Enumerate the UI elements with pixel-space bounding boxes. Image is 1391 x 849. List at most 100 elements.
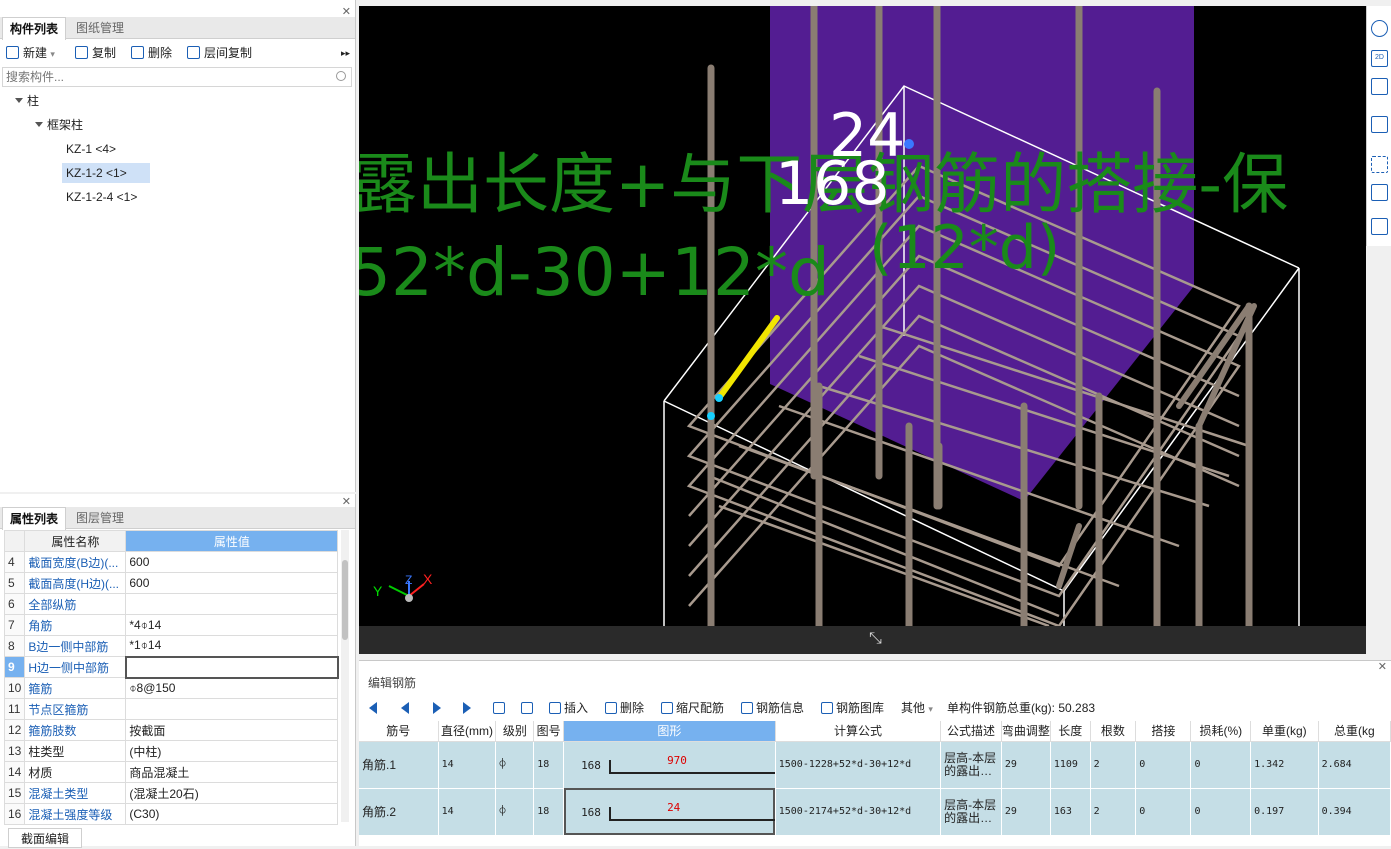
rebar-name[interactable]: 角筋.1: [359, 741, 439, 789]
rebar-length[interactable]: 163: [1050, 788, 1091, 836]
rebar-bend-adjust[interactable]: 29: [1001, 788, 1051, 836]
rebar-diameter[interactable]: 14: [438, 741, 497, 789]
property-row[interactable]: 13 柱类型 (中柱): [3, 740, 339, 762]
property-value[interactable]: (混凝土20石): [125, 782, 339, 804]
property-row[interactable]: 4 截面宽度(B边)(... 600: [3, 551, 339, 573]
orbit-icon[interactable]: [1371, 20, 1388, 37]
rebar-name[interactable]: 角筋.2: [359, 788, 439, 836]
delete-button[interactable]: 删除: [131, 44, 172, 62]
rebar-count[interactable]: 2: [1090, 741, 1137, 789]
first-record-icon[interactable]: [369, 702, 377, 714]
rebar-loss[interactable]: 0: [1190, 788, 1252, 836]
rebar-bend-adjust[interactable]: 29: [1001, 741, 1051, 789]
property-value[interactable]: (中柱): [125, 740, 339, 762]
rebar-figure-number[interactable]: 18: [533, 788, 565, 836]
property-value[interactable]: (C30): [125, 803, 339, 825]
rebar-library-button[interactable]: 钢筋图库: [821, 699, 884, 717]
tab-layer-management[interactable]: 图层管理: [69, 507, 131, 529]
rebar-total-weight[interactable]: 0.394: [1318, 788, 1391, 836]
property-value[interactable]: *4⌽14: [125, 614, 339, 636]
rebar-row[interactable]: 角筋.1 14 ⌽ 18 168 970 1500-1228+52*d-30+12*d 层高-…: [359, 741, 1391, 789]
rebar-unit-weight[interactable]: 0.197: [1250, 788, 1319, 836]
tree-item-kz1[interactable]: KZ-1 <4>: [66, 139, 116, 159]
cube-view-icon[interactable]: [1371, 78, 1388, 95]
property-row[interactable]: 7 角筋 *4⌽14: [3, 614, 339, 636]
tab-property-list[interactable]: 属性列表: [2, 507, 67, 530]
rebar-figure-number[interactable]: 18: [533, 741, 565, 789]
collapse-icon[interactable]: ⤡: [869, 630, 882, 648]
property-row[interactable]: 11 节点区箍筋: [3, 698, 339, 720]
search-input[interactable]: [3, 68, 323, 86]
rebar-info-button[interactable]: 钢筋信息: [741, 699, 804, 717]
property-row[interactable]: 6 全部纵筋: [3, 593, 339, 615]
rebar-formula[interactable]: 1500-1228+52*d-30+12*d: [775, 741, 942, 789]
property-row[interactable]: 16 混凝土强度等级 (C30): [3, 803, 339, 825]
tree-node-column[interactable]: 柱: [15, 91, 39, 111]
tree-item-kz1-2[interactable]: KZ-1-2 <1>: [62, 163, 150, 183]
rebar-lap[interactable]: 0: [1135, 788, 1192, 836]
rebar-formula-description[interactable]: 层高-本层的露出…: [940, 741, 1002, 789]
scale-rebar-button[interactable]: 缩尺配筋: [661, 699, 724, 717]
info-icon: [741, 702, 753, 714]
rebar-formula-description[interactable]: 层高-本层的露出…: [940, 788, 1002, 836]
property-row[interactable]: 12 箍筋肢数 按截面: [3, 719, 339, 741]
floor-copy-button[interactable]: 层间复制: [187, 44, 252, 62]
move-up-button[interactable]: [493, 699, 508, 717]
property-value[interactable]: [125, 698, 339, 720]
property-row[interactable]: 8 B边一侧中部筋 *1⌽14: [3, 635, 339, 657]
property-value[interactable]: 商品混凝土: [125, 761, 339, 783]
view-toolbar: 2D: [1366, 6, 1391, 246]
rebar-grade[interactable]: ⌽: [495, 788, 535, 836]
new-button[interactable]: 新建 ▾: [6, 44, 55, 62]
tree-item-kz1-2-4[interactable]: KZ-1-2-4 <1>: [66, 187, 137, 207]
property-value[interactable]: *1⌽14: [125, 635, 339, 657]
selection-box-icon[interactable]: [1371, 156, 1388, 173]
rebar-grade[interactable]: ⌽: [495, 741, 535, 789]
rebar-count[interactable]: 2: [1090, 788, 1137, 836]
scrollbar-thumb[interactable]: [342, 560, 348, 640]
copy-button[interactable]: 复制: [75, 44, 116, 62]
box-view-icon[interactable]: [1371, 116, 1388, 133]
property-row[interactable]: 14 材质 商品混凝土: [3, 761, 339, 783]
rebar-formula[interactable]: 1500-2174+52*d-30+12*d: [775, 788, 942, 836]
properties-view-icon[interactable]: [1371, 218, 1388, 235]
rebar-row[interactable]: 角筋.2 14 ⌽ 18 168 24 1500-2174+52*d-30+12*d 层高-本…: [359, 788, 1391, 836]
isometric-icon[interactable]: [1371, 184, 1388, 201]
property-scrollbar[interactable]: [341, 530, 349, 822]
insert-button[interactable]: 插入: [549, 699, 588, 717]
property-value[interactable]: ⌽8@150: [125, 677, 339, 699]
property-value[interactable]: 600: [125, 551, 339, 573]
tab-component-list[interactable]: 构件列表: [2, 17, 67, 40]
property-value[interactable]: 600: [125, 572, 339, 594]
rebar-diameter[interactable]: 14: [438, 788, 497, 836]
delete-row-button[interactable]: 删除: [605, 699, 644, 717]
rebar-shape[interactable]: 168 970: [563, 741, 776, 789]
more-icon[interactable]: ▸▸: [341, 44, 350, 62]
property-row[interactable]: 5 截面高度(H边)(... 600: [3, 572, 339, 594]
close-icon[interactable]: ✕: [1378, 661, 1387, 673]
rebar-lap[interactable]: 0: [1135, 741, 1192, 789]
property-value[interactable]: [125, 593, 339, 615]
rebar-loss[interactable]: 0: [1190, 741, 1252, 789]
prev-record-icon[interactable]: [401, 702, 409, 714]
property-row[interactable]: 9 H边一侧中部筋: [3, 655, 339, 679]
tab-drawing-management[interactable]: 图纸管理: [69, 17, 131, 39]
selected-rebar[interactable]: [716, 315, 780, 401]
move-down-button[interactable]: [521, 699, 536, 717]
property-value[interactable]: [124, 655, 339, 679]
rebar-unit-weight[interactable]: 1.342: [1250, 741, 1319, 789]
property-row[interactable]: 15 混凝土类型 (混凝土20石): [3, 782, 339, 804]
rebar-length[interactable]: 1109: [1050, 741, 1091, 789]
3d-viewport[interactable]: Y Z X 露出长度+与下层钢筋的搭接-保 52*d-30+12*d (12*d…: [359, 6, 1366, 626]
tree-node-frame-column[interactable]: 框架柱: [35, 115, 83, 135]
next-record-icon[interactable]: [433, 702, 441, 714]
last-record-icon[interactable]: [463, 702, 471, 714]
property-row[interactable]: 10 箍筋 ⌽8@150: [3, 677, 339, 699]
view-2d-button[interactable]: 2D: [1371, 50, 1388, 67]
section-edit-tab[interactable]: 截面编辑: [8, 828, 83, 848]
property-value[interactable]: 按截面: [125, 719, 339, 741]
other-menu-button[interactable]: 其他 ▾: [901, 699, 933, 717]
rebar-shape[interactable]: 168 24: [563, 788, 776, 836]
rebar-total-weight[interactable]: 2.684: [1318, 741, 1391, 789]
search-icon[interactable]: [336, 71, 346, 81]
